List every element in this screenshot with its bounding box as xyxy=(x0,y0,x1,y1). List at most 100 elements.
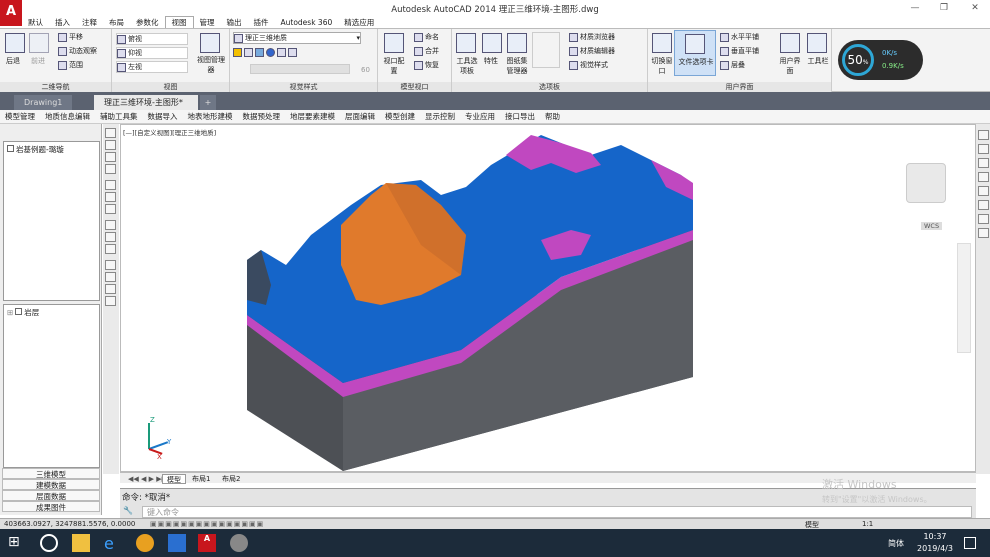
file-tabs-button[interactable]: 文件选项卡 xyxy=(674,30,716,76)
tab-view[interactable]: 视图 xyxy=(164,16,194,28)
menu-model-management[interactable]: 模型管理 xyxy=(0,110,40,124)
layout-tab-1[interactable]: 布局1 xyxy=(188,474,214,484)
checkbox-icon[interactable] xyxy=(7,145,14,152)
tab-result-drawings[interactable]: 成果图件 xyxy=(2,501,100,512)
viewport-config-button[interactable]: 视口配置 xyxy=(383,56,405,76)
tool-icon-10[interactable] xyxy=(105,244,116,254)
tab-surface-data[interactable]: 层面数据 xyxy=(2,490,100,501)
switch-window-button[interactable]: 切换窗口 xyxy=(650,56,674,76)
doc-tab-drawing1[interactable]: Drawing1 xyxy=(14,95,73,110)
chrome-icon[interactable] xyxy=(136,534,154,552)
menu-data-preprocess[interactable]: 数据预处理 xyxy=(238,110,286,124)
layout-tab-2[interactable]: 布局2 xyxy=(218,474,244,484)
menu-surface-edit[interactable]: 层面编辑 xyxy=(340,110,380,124)
tool-icon-7[interactable] xyxy=(105,204,116,214)
pan-button[interactable]: 平移 xyxy=(58,32,83,42)
right-tool-icon-8[interactable] xyxy=(978,228,989,238)
menu-data-import[interactable]: 数据导入 xyxy=(143,110,183,124)
model-viewport[interactable]: WCS Z Y X xyxy=(120,124,976,472)
tool-icon-2[interactable] xyxy=(105,140,116,150)
viewport-name-button[interactable]: 命名 xyxy=(414,32,439,42)
edge-browser-icon[interactable]: e xyxy=(104,534,122,553)
user-interface-button[interactable]: 用户界面 xyxy=(778,56,802,76)
tool-icon-13[interactable] xyxy=(105,284,116,294)
forward-button[interactable]: 前进 xyxy=(31,56,45,66)
tree-item-project[interactable]: 岩基例题-璐璇 xyxy=(7,144,64,155)
palette-small-tools[interactable] xyxy=(532,32,560,68)
checkbox-icon[interactable] xyxy=(15,308,23,315)
properties-icon[interactable] xyxy=(482,33,502,53)
tool-icon-12[interactable] xyxy=(105,272,116,282)
viewport-restore-button[interactable]: 恢复 xyxy=(414,60,439,70)
new-tab-icon[interactable]: + xyxy=(200,95,216,110)
tool-icon-5[interactable] xyxy=(105,180,116,190)
command-input[interactable]: 键入命令 xyxy=(142,506,972,518)
viewport-join-button[interactable]: 合并 xyxy=(414,46,439,56)
sheetset-manager-button[interactable]: 图纸集管理器 xyxy=(504,56,530,76)
expand-icon[interactable]: ⊞ xyxy=(7,308,13,317)
right-tool-icon-2[interactable] xyxy=(978,144,989,154)
view-manager-button[interactable]: 视图管理器 xyxy=(196,55,226,75)
tile-horizontal-button[interactable]: 水平平铺 xyxy=(720,32,759,42)
material-editor-button[interactable]: 材质编辑器 xyxy=(569,46,615,56)
menu-export[interactable]: 接口导出 xyxy=(500,110,540,124)
menu-geology-info-edit[interactable]: 地质信息编辑 xyxy=(40,110,95,124)
forward-view-icon[interactable] xyxy=(29,33,49,53)
switch-window-icon[interactable] xyxy=(652,33,672,53)
user-interface-icon[interactable] xyxy=(780,33,800,53)
tool-icon-9[interactable] xyxy=(105,232,116,242)
right-tool-icon-1[interactable] xyxy=(978,130,989,140)
tree-item-layers[interactable]: ⊞ 岩层 xyxy=(7,307,39,318)
view-manager-icon[interactable] xyxy=(200,33,220,53)
autocad-taskbar-icon[interactable]: A xyxy=(198,534,216,552)
material-browser-button[interactable]: 材质浏览器 xyxy=(569,32,615,42)
view-bottom[interactable]: 仰视 xyxy=(116,47,188,59)
sheetset-icon[interactable] xyxy=(507,33,527,53)
right-tool-icon-6[interactable] xyxy=(978,200,989,210)
drafting-toggles[interactable]: ▣▣▣▣▣▣▣▣▣▣▣▣▣▣▣ xyxy=(150,520,310,529)
tool-palette-icon[interactable] xyxy=(456,33,476,53)
range-button[interactable]: 范围 xyxy=(58,60,83,70)
menu-model-create[interactable]: 模型创建 xyxy=(380,110,420,124)
visual-style-tools[interactable] xyxy=(233,47,299,57)
menu-professional[interactable]: 专业应用 xyxy=(460,110,500,124)
app-icon[interactable] xyxy=(168,534,186,552)
tile-vertical-button[interactable]: 垂直平铺 xyxy=(720,46,759,56)
application-menu-button[interactable]: A xyxy=(0,0,22,26)
right-tool-icon-7[interactable] xyxy=(978,214,989,224)
tab-modeling-data[interactable]: 建模数据 xyxy=(2,479,100,490)
annotation-scale[interactable]: 1:1 xyxy=(862,520,873,528)
navigation-bar[interactable] xyxy=(957,243,971,353)
properties-button[interactable]: 特性 xyxy=(484,56,498,66)
clock-time[interactable]: 10:37 xyxy=(918,532,952,541)
toolbars-button[interactable]: 工具栏 xyxy=(806,56,830,66)
right-tool-icon-4[interactable] xyxy=(978,172,989,182)
back-view-icon[interactable] xyxy=(5,33,25,53)
doc-tab-main[interactable]: 理正三维环境-主图形* ✕ xyxy=(94,95,198,122)
layout-tab-model[interactable]: 模型 xyxy=(162,474,186,484)
tab-3d-model[interactable]: 三维模型 xyxy=(2,468,100,479)
opacity-slider[interactable] xyxy=(250,64,350,74)
visual-style-dropdown[interactable]: 理正三维地质 ▾ xyxy=(233,32,361,44)
menu-terrain-modeling[interactable]: 地表地形建模 xyxy=(183,110,238,124)
tool-palette-button[interactable]: 工具选项板 xyxy=(454,56,480,76)
right-tool-icon-3[interactable] xyxy=(978,158,989,168)
clock-date[interactable]: 2019/4/3 xyxy=(912,544,958,553)
windows-start-icon[interactable]: ⊞ xyxy=(8,534,26,552)
menu-strata-modeling[interactable]: 地层要素建模 xyxy=(285,110,340,124)
viewport-controls-label[interactable]: [—][自定义视图][理正三维地质] xyxy=(123,127,216,137)
misc-app-icon[interactable] xyxy=(230,534,248,552)
tool-icon-14[interactable] xyxy=(105,296,116,306)
close-button[interactable]: ✕ xyxy=(966,2,984,14)
maximize-button[interactable]: ❐ xyxy=(935,2,953,14)
right-tool-icon-5[interactable] xyxy=(978,186,989,196)
tool-icon-11[interactable] xyxy=(105,260,116,270)
ime-language[interactable]: 简体 xyxy=(888,538,904,549)
menu-display-control[interactable]: 显示控制 xyxy=(420,110,460,124)
cascade-button[interactable]: 层叠 xyxy=(720,60,745,70)
orbit-button[interactable]: 动态观察 xyxy=(58,46,97,56)
tool-icon-3[interactable] xyxy=(105,152,116,162)
tool-icon-1[interactable] xyxy=(105,128,116,138)
file-explorer-icon[interactable] xyxy=(72,534,90,552)
visual-styles-button[interactable]: 视觉样式 xyxy=(569,60,608,70)
